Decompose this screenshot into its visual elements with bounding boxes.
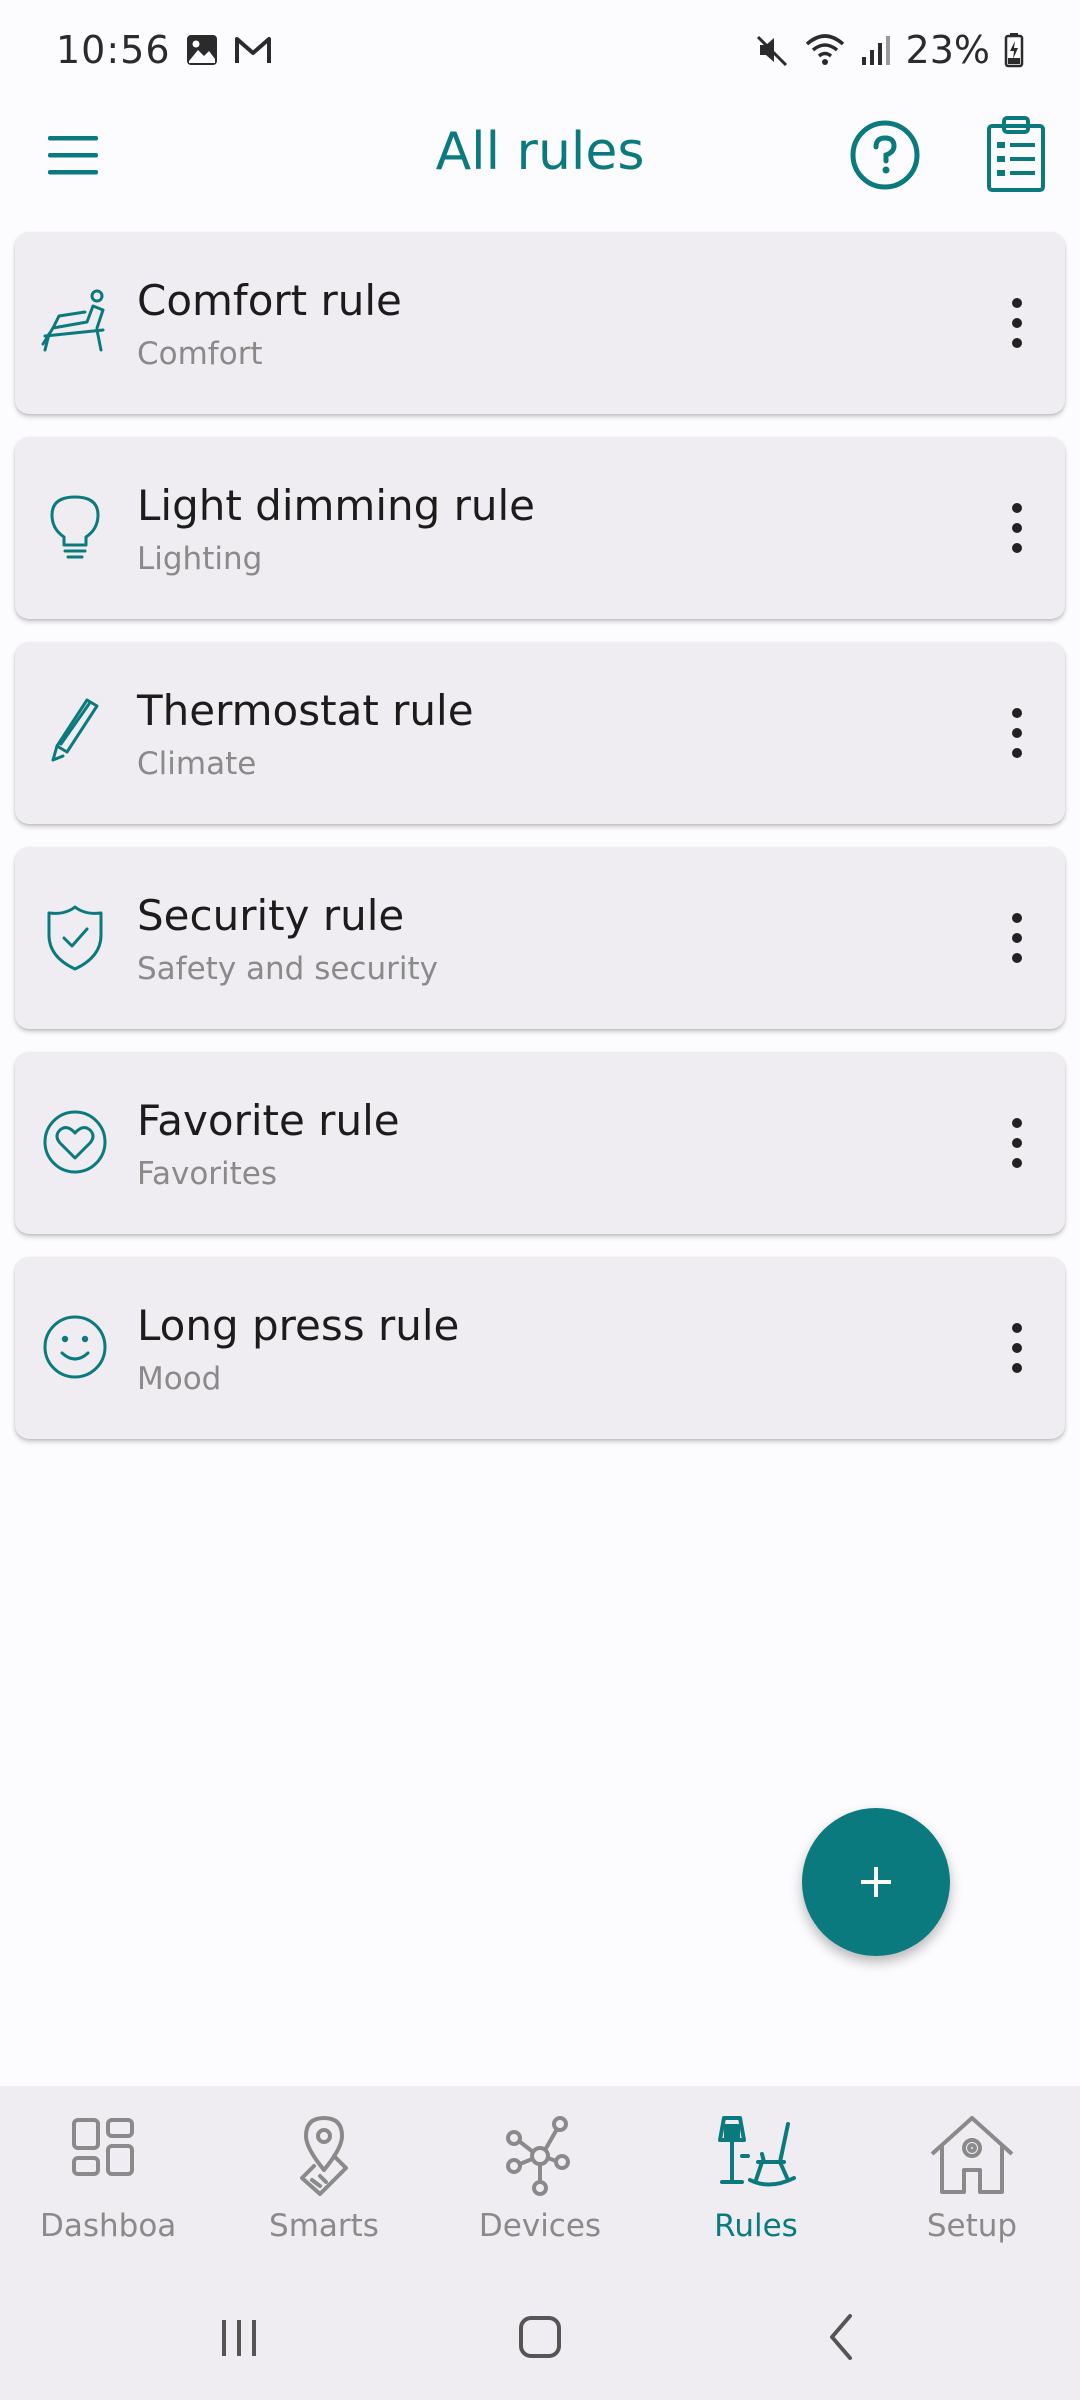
rule-category: Comfort: [137, 336, 263, 372]
rule-category: Climate: [137, 746, 257, 782]
clipboard-icon[interactable]: [984, 114, 1050, 194]
status-time: 10:56: [56, 28, 171, 72]
rules-list: Comfort rule Comfort Light dimming rule …: [15, 232, 1065, 1462]
screen: 10:56 23% All rules Comfort rule Comfort…: [0, 0, 1080, 2400]
rule-category: Lighting: [137, 541, 263, 577]
nav-item-rules[interactable]: Rules: [648, 2086, 864, 2272]
wifi-icon: [805, 34, 844, 65]
recent-apps-icon[interactable]: [204, 2302, 274, 2372]
rule-card-long-press[interactable]: Long press rule Mood: [15, 1257, 1065, 1439]
gallery-icon: [186, 35, 217, 65]
status-bar: 10:56 23%: [0, 0, 1080, 100]
nav-label: Dashboard: [40, 2208, 176, 2244]
location-pin-icon: [300, 2116, 348, 2196]
more-options-icon[interactable]: [997, 1313, 1037, 1383]
battery-icon: [1004, 33, 1024, 68]
nav-item-setup[interactable]: Setup: [864, 2086, 1080, 2272]
more-options-icon[interactable]: [997, 493, 1037, 563]
battery-percent: 23%: [905, 28, 990, 72]
system-nav-bar: [0, 2272, 1080, 2400]
rule-name: Long press rule: [137, 1301, 460, 1350]
nav-item-smarts[interactable]: Smarts: [216, 2086, 432, 2272]
rule-name: Light dimming rule: [137, 481, 536, 530]
lamp-rocking-chair-icon: [718, 2116, 796, 2187]
lounge-chair-icon: [41, 289, 105, 352]
nav-label: Devices: [478, 2208, 602, 2244]
dashboard-grid-icon: [72, 2118, 134, 2176]
gmail-icon: [234, 37, 271, 63]
rule-card-light-dimming[interactable]: Light dimming rule Lighting: [15, 437, 1065, 619]
thermometer-icon: [51, 698, 99, 762]
nav-label: Smarts: [269, 2208, 379, 2244]
nav-label: Setup: [926, 2208, 1018, 2244]
rule-name: Favorite rule: [137, 1096, 400, 1145]
rule-category: Favorites: [137, 1156, 278, 1192]
add-rule-button[interactable]: [802, 1808, 950, 1956]
app-bar: All rules: [0, 100, 1080, 212]
rule-name: Security rule: [137, 891, 405, 940]
nav-label: Rules: [714, 2208, 798, 2244]
rule-card-comfort[interactable]: Comfort rule Comfort: [15, 232, 1065, 414]
home-icon[interactable]: [505, 2302, 575, 2372]
more-options-icon[interactable]: [997, 698, 1037, 768]
rule-name: Thermostat rule: [137, 686, 474, 735]
help-icon[interactable]: [848, 118, 922, 192]
rule-card-favorite[interactable]: Favorite rule Favorites: [15, 1052, 1065, 1234]
more-options-icon[interactable]: [997, 903, 1037, 973]
plus-icon: [861, 1867, 891, 1897]
nav-item-dashboard[interactable]: Dashboard: [0, 2086, 216, 2272]
mute-icon: [756, 35, 787, 67]
bottom-nav: Dashboard Smarts: [0, 2086, 1080, 2272]
rule-category: Mood: [137, 1361, 222, 1397]
back-icon[interactable]: [808, 2302, 878, 2372]
shield-check-icon: [47, 905, 103, 971]
lightbulb-icon: [50, 495, 100, 559]
heart-circle-icon: [43, 1110, 107, 1174]
rule-name: Comfort rule: [137, 276, 402, 325]
more-options-icon[interactable]: [997, 288, 1037, 358]
nav-item-devices[interactable]: Devices: [432, 2086, 648, 2272]
network-nodes-icon: [506, 2116, 570, 2196]
rule-card-thermostat[interactable]: Thermostat rule Climate: [15, 642, 1065, 824]
rule-category: Safety and security: [137, 951, 438, 987]
smiley-icon: [43, 1315, 107, 1379]
signal-icon: [861, 36, 890, 65]
rule-card-security[interactable]: Security rule Safety and security: [15, 847, 1065, 1029]
more-options-icon[interactable]: [997, 1108, 1037, 1178]
house-gear-icon: [930, 2116, 1014, 2194]
